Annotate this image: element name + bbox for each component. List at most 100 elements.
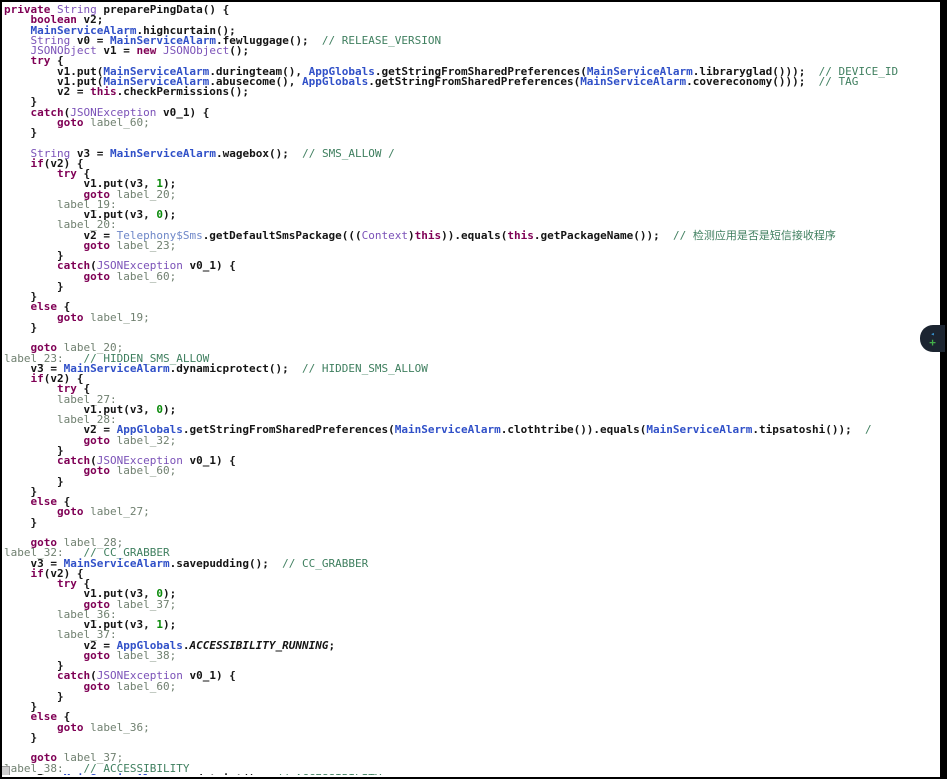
code-line: goto label_32;: [4, 436, 939, 446]
code-line: }: [4, 282, 939, 292]
code-token: label_20;: [117, 188, 177, 201]
code-token: )).equals(: [441, 229, 507, 242]
code-token: label_60;: [90, 116, 150, 129]
code-token: label_60;: [117, 464, 177, 477]
code-line: v1.put(v3, 1);: [4, 620, 939, 630]
code-line: }: [4, 128, 939, 138]
code-token: .clothtribe()).equals(: [501, 423, 647, 436]
code-line: goto label_27;: [4, 507, 939, 517]
code-token: goto: [57, 116, 84, 129]
code-line: }: [4, 292, 939, 302]
code-token: .pandatwist();: [170, 772, 263, 775]
code-line: goto label_37;: [4, 600, 939, 610]
code-token: .wagebox();: [216, 147, 289, 160]
code-token: v0_1) {: [183, 669, 236, 682]
code-token: JSONObject: [163, 44, 229, 57]
code-token: .getStringFromSharedPreferences(: [183, 423, 395, 436]
code-line: if(v2) {: [4, 374, 939, 384]
code-token: [110, 239, 117, 252]
code-token: MainServiceAlarm: [64, 772, 170, 775]
code-token: // TAG: [805, 75, 858, 88]
code-line: goto label_60;: [4, 466, 939, 476]
code-line: }: [4, 692, 939, 702]
code-line: goto label_60;: [4, 118, 939, 128]
code-token: ACCESSIBILITY_RUNNING: [189, 639, 328, 652]
code-line: try {: [4, 384, 939, 394]
code-line: v2 = this.checkPermissions();: [4, 87, 939, 97]
code-line: }: [4, 477, 939, 487]
code-token: AppGlobals: [302, 75, 368, 88]
code-token: // 检测应用是否是短信接收程序: [660, 229, 836, 242]
code-token: // SMS_ALLOW /: [289, 147, 395, 160]
code-token: // ACCESSIBILITY: [262, 772, 381, 775]
code-editor[interactable]: private String preparePingData() { boole…: [4, 5, 939, 775]
floating-widget[interactable]: ◂ +: [920, 325, 945, 352]
code-line: v3 = MainServiceAlarm.pandatwist(); // A…: [4, 774, 939, 775]
code-line: goto label_60;: [4, 272, 939, 282]
code-token: label_60;: [117, 680, 177, 693]
code-line: }: [4, 702, 939, 712]
code-token: [110, 464, 117, 477]
code-line: if(v2) {: [4, 159, 939, 169]
code-token: label_27;: [90, 505, 150, 518]
code-token: this: [415, 229, 442, 242]
code-line: String v3 = MainServiceAlarm.wagebox(); …: [4, 149, 939, 159]
code-token: );: [163, 403, 176, 416]
window-right-border: [940, 2, 945, 777]
code-token: );: [163, 618, 176, 631]
code-line: JSONObject v1 = new JSONObject();: [4, 46, 939, 56]
code-token: [110, 270, 117, 283]
code-token: label_60;: [117, 270, 177, 283]
code-token: [110, 434, 117, 447]
code-line: [4, 528, 939, 538]
code-token: goto: [83, 649, 110, 662]
code-token: /: [852, 423, 872, 436]
code-token: goto: [57, 311, 84, 324]
code-token: 1: [156, 618, 163, 631]
code-token: .checkPermissions();: [117, 85, 249, 98]
code-token: new: [136, 44, 156, 57]
code-line: [4, 743, 939, 753]
scrollbar-corner: [2, 766, 10, 775]
code-token: label_38;: [117, 649, 177, 662]
code-token: v1 =: [97, 44, 137, 57]
code-token: goto: [83, 239, 110, 252]
add-icon[interactable]: +: [929, 338, 936, 348]
code-token: goto: [57, 721, 84, 734]
code-token: 0: [156, 403, 163, 416]
code-token: preparePingData() {: [97, 5, 229, 16]
code-token: // RELEASE_VERSION: [309, 34, 441, 47]
code-token: Context: [362, 229, 408, 242]
code-token: this: [90, 85, 117, 98]
code-token: .getPackageName());: [534, 229, 660, 242]
code-token: [110, 649, 117, 662]
code-token: ();: [229, 44, 249, 57]
code-token: .dynamicprotect();: [170, 362, 289, 375]
code-token: ;: [329, 639, 336, 652]
code-token: [110, 680, 117, 693]
code-token: label_37;: [117, 598, 177, 611]
code-viewer-window: private String preparePingData() { boole…: [0, 0, 947, 779]
code-token: goto: [57, 505, 84, 518]
code-token: [156, 44, 163, 57]
code-token: 0: [156, 208, 163, 221]
code-token: goto: [83, 464, 110, 477]
code-token: .savepudding();: [170, 557, 269, 570]
code-line: }: [4, 518, 939, 528]
code-line: goto label_19;: [4, 313, 939, 323]
code-line: v3 = MainServiceAlarm.savepudding(); // …: [4, 559, 939, 569]
code-line: goto label_23;: [4, 241, 939, 251]
code-token: MainServiceAlarm: [646, 423, 752, 436]
code-token: );: [163, 208, 176, 221]
code-token: label_23;: [117, 239, 177, 252]
code-line: v1.put(v3, 0);: [4, 405, 939, 415]
code-token: .covereconomy()));: [686, 75, 805, 88]
code-line: }: [4, 323, 939, 333]
code-line: private String preparePingData() {: [4, 5, 939, 15]
code-line: }: [4, 487, 939, 497]
code-token: label_32;: [117, 434, 177, 447]
code-line: goto label_60;: [4, 682, 939, 692]
code-token: .getStringFromSharedPreferences(: [368, 75, 580, 88]
code-line: }: [4, 733, 939, 743]
code-token: v3 =: [4, 772, 64, 775]
